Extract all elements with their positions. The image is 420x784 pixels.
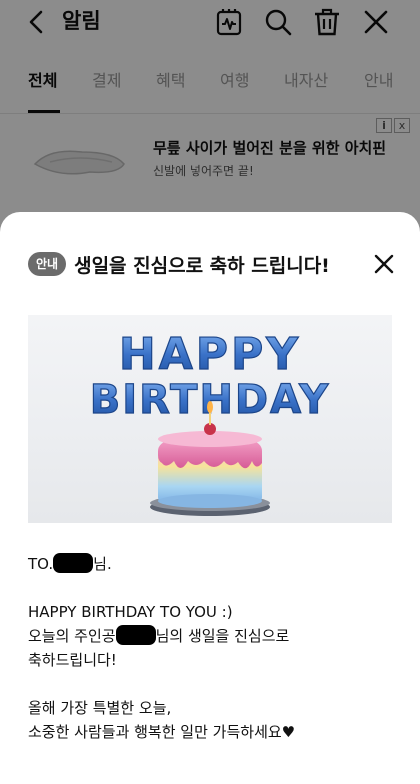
- banner-text-happy: HAPPY: [119, 329, 301, 380]
- message-line-wish1: 올해 가장 특별한 오늘,: [28, 699, 172, 717]
- sheet-title: 생일을 진심으로 축하 드립니다!: [74, 254, 330, 277]
- category-badge: 안내: [28, 252, 67, 276]
- to-prefix: TO.: [28, 555, 54, 573]
- redacted-name: [53, 553, 94, 573]
- message-line-to: TO. 님.: [28, 552, 398, 576]
- birthday-banner-image: HAPPY BIRTHDAY: [28, 315, 392, 523]
- message-body: TO. 님. HAPPY BIRTHDAY TO YOU :) 오늘의 주인공 님의…: [28, 552, 398, 744]
- close-icon[interactable]: [370, 250, 398, 278]
- sheet-header: 안내 생일을 진심으로 축하 드립니다!: [28, 250, 330, 278]
- notification-detail-sheet: 안내 생일을 진심으로 축하 드립니다! HAPPY BIRTHDAY TO. …: [0, 212, 420, 784]
- message-line-host: 오늘의 주인공 님의 생일을 진심으로: [28, 624, 398, 648]
- to-suffix: 님.: [93, 555, 112, 573]
- birthday-cake-illustration: HAPPY BIRTHDAY: [89, 328, 329, 516]
- host-suffix: 님의 생일을 진심으로: [155, 627, 290, 645]
- message-line-greeting: HAPPY BIRTHDAY TO YOU :): [28, 603, 233, 621]
- message-line-congrats: 축하드립니다!: [28, 651, 117, 669]
- redacted-name: [115, 625, 156, 645]
- host-prefix: 오늘의 주인공: [28, 627, 116, 645]
- message-line-wish2: 소중한 사람들과 행복한 일만 가득하세요♥: [28, 723, 296, 741]
